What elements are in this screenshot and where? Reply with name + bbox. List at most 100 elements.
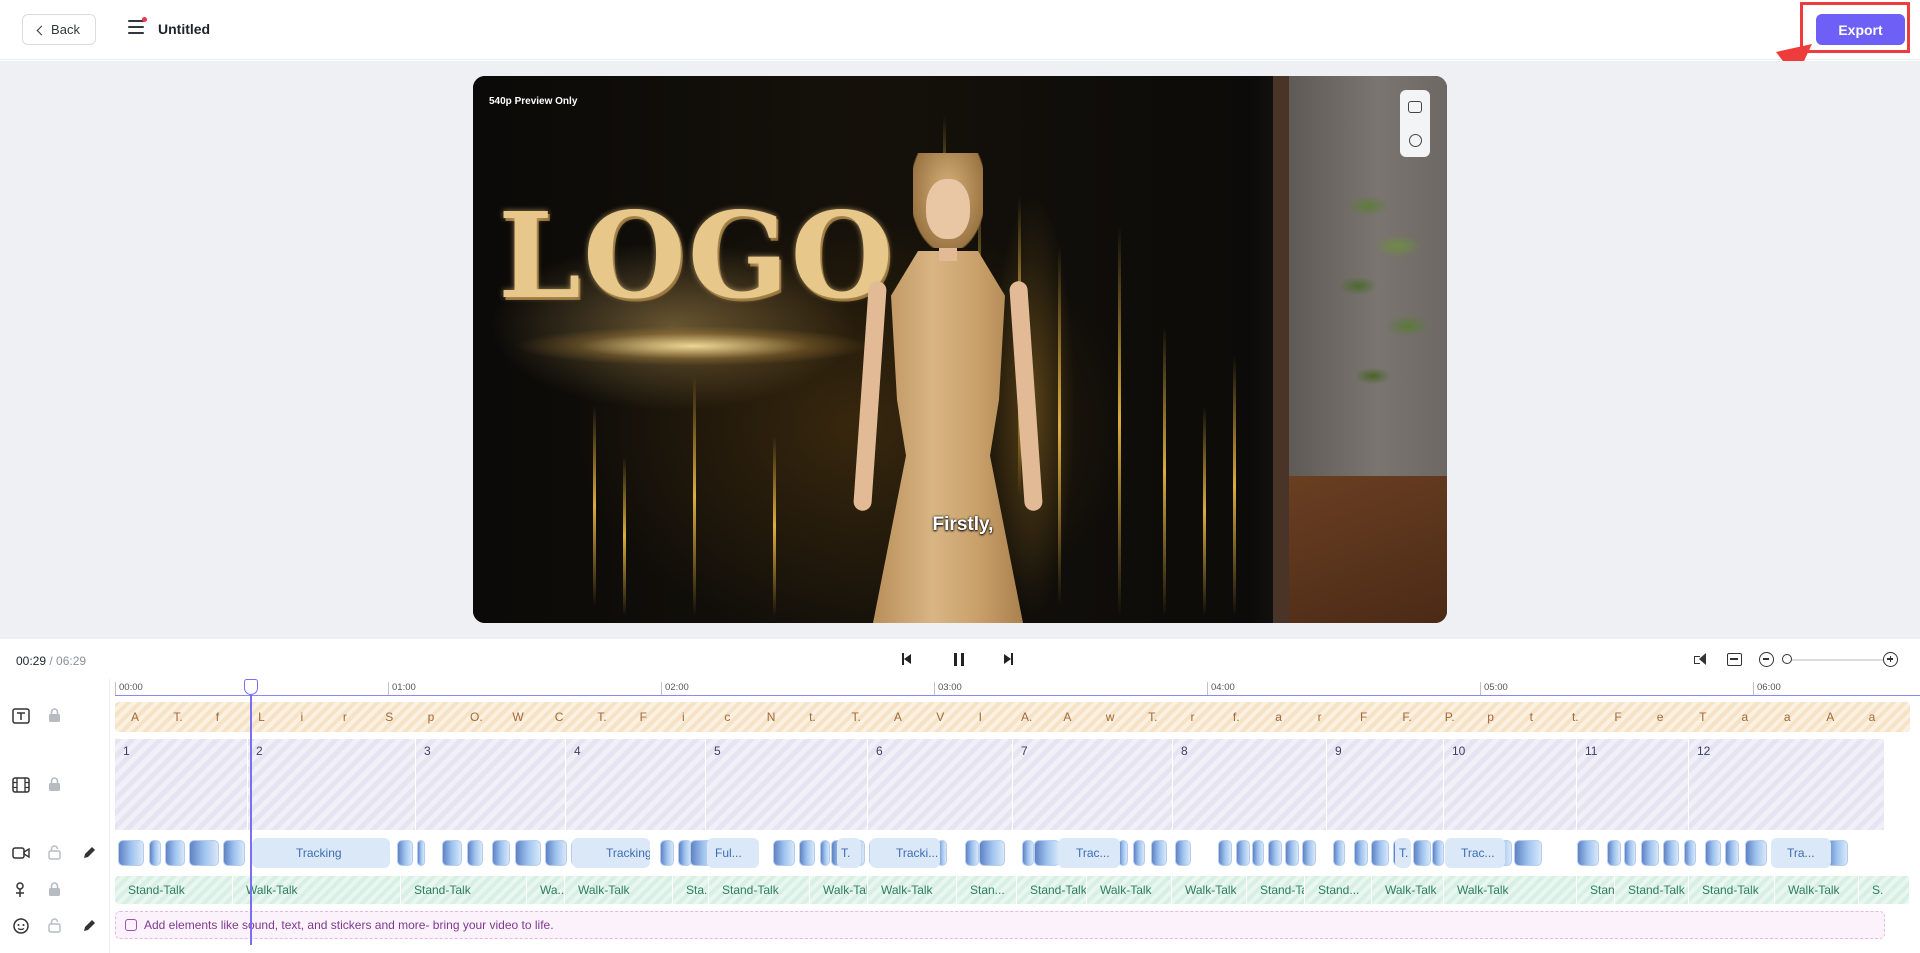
volume-icon[interactable] xyxy=(1694,650,1710,668)
clip-thumbnail[interactable] xyxy=(660,840,674,866)
camera-clip[interactable]: Ful... xyxy=(707,838,759,868)
camera-clip[interactable]: Trac... xyxy=(1058,838,1120,868)
text-clip[interactable]: c xyxy=(724,710,730,724)
text-clip[interactable]: a xyxy=(1741,710,1748,724)
clip-thumbnail[interactable] xyxy=(149,840,161,866)
scene-track[interactable]: 1 2 3 4 5 6 7 8 9 10 11 12 xyxy=(115,739,1885,830)
unlock-icon[interactable] xyxy=(48,845,61,860)
text-clip[interactable]: a xyxy=(1784,710,1791,724)
camera-clip[interactable]: Tracking xyxy=(252,838,390,868)
video-preview[interactable]: LOGO 540p Preview Only Firstly, xyxy=(473,76,1447,623)
clip-thumbnail[interactable] xyxy=(118,840,144,866)
text-clip[interactable]: F xyxy=(1614,710,1621,724)
motion-clip[interactable]: Stand-Talk xyxy=(401,876,527,904)
motion-clip[interactable]: Walk-Talk xyxy=(1087,876,1172,904)
clip-thumbnail[interactable] xyxy=(1641,840,1659,866)
skip-forward-icon[interactable] xyxy=(1004,651,1013,667)
text-clip[interactable]: F xyxy=(1360,710,1367,724)
motion-clip[interactable]: Walk-Talk xyxy=(810,876,868,904)
project-title[interactable]: Untitled xyxy=(158,21,210,37)
text-clip[interactable]: T. xyxy=(851,710,860,724)
text-clip[interactable]: t xyxy=(1530,710,1533,724)
scene-block[interactable]: 9 xyxy=(1327,739,1444,830)
clip-thumbnail[interactable] xyxy=(965,840,979,866)
text-clip[interactable]: w xyxy=(1106,710,1115,724)
motion-clip[interactable]: Stand-Talk xyxy=(1017,876,1087,904)
text-clip[interactable]: r xyxy=(1318,710,1322,724)
camera-clip[interactable]: T. xyxy=(1395,838,1411,868)
camera-clip[interactable]: T. xyxy=(837,838,861,868)
clip-thumbnail[interactable] xyxy=(1705,840,1721,866)
text-clip[interactable]: F. xyxy=(1402,710,1411,724)
clip-thumbnail[interactable] xyxy=(1725,840,1739,866)
text-clip[interactable]: T. xyxy=(1148,710,1157,724)
camera-clip[interactable]: Tra... xyxy=(1771,838,1831,868)
camera-clip[interactable]: Trac... xyxy=(1445,838,1505,868)
text-clip[interactable]: a xyxy=(1275,710,1282,724)
unlock-icon[interactable] xyxy=(48,918,61,933)
clip-thumbnail[interactable] xyxy=(820,840,830,866)
clip-thumbnail[interactable] xyxy=(397,840,413,866)
clip-thumbnail[interactable] xyxy=(1577,840,1599,866)
text-clip[interactable]: T. xyxy=(597,710,606,724)
clip-thumbnail[interactable] xyxy=(1607,840,1621,866)
text-clip[interactable]: p xyxy=(428,710,435,724)
edit-icon[interactable] xyxy=(82,846,96,860)
clip-thumbnail[interactable] xyxy=(545,840,567,866)
text-clip[interactable]: t. xyxy=(809,710,816,724)
scene-block[interactable]: 4 xyxy=(566,739,706,830)
text-clip[interactable]: i xyxy=(682,710,685,724)
clip-thumbnail[interactable] xyxy=(515,840,541,866)
add-elements-track[interactable]: Add elements like sound, text, and stick… xyxy=(115,911,1885,939)
playhead[interactable] xyxy=(250,679,252,945)
motion-clip[interactable]: Walk-Talk xyxy=(1172,876,1247,904)
motion-clip[interactable]: Walk-Talk xyxy=(868,876,957,904)
motion-clip[interactable]: Walk-Talk xyxy=(1372,876,1444,904)
clip-thumbnail[interactable] xyxy=(799,840,815,866)
text-clip[interactable]: F xyxy=(640,710,647,724)
motion-clip[interactable]: Stan... xyxy=(1577,876,1615,904)
text-clip[interactable]: A xyxy=(894,710,902,724)
scene-block[interactable]: 5 xyxy=(706,739,868,830)
clip-thumbnail[interactable] xyxy=(979,840,1005,866)
zoom-slider[interactable] xyxy=(1783,659,1883,661)
clip-thumbnail[interactable] xyxy=(1034,840,1060,866)
text-clip[interactable]: A. xyxy=(1021,710,1032,724)
zoom-out-icon[interactable] xyxy=(1759,650,1775,668)
motion-clip[interactable]: Wa... xyxy=(527,876,565,904)
playhead-handle[interactable] xyxy=(244,679,258,695)
motion-clip[interactable]: Walk-Talk xyxy=(1444,876,1577,904)
scene-block[interactable]: 8 xyxy=(1173,739,1327,830)
clip-thumbnail[interactable] xyxy=(1175,840,1191,866)
scene-block[interactable]: 11 xyxy=(1577,739,1689,830)
clip-thumbnail[interactable] xyxy=(442,840,462,866)
text-clip[interactable]: V xyxy=(936,710,944,724)
scene-block[interactable]: 1 xyxy=(115,739,248,830)
clip-thumbnail[interactable] xyxy=(1151,840,1167,866)
lock-icon[interactable] xyxy=(48,708,61,723)
motion-clip[interactable]: Sta... xyxy=(673,876,709,904)
motion-track[interactable]: Stand-Talk Walk-Talk Stand-Talk Wa... Walk-T… xyxy=(115,876,1910,904)
text-clip[interactable]: P. xyxy=(1445,710,1455,724)
clip-thumbnail[interactable] xyxy=(1514,840,1542,866)
clip-thumbnail[interactable] xyxy=(1624,840,1636,866)
time-ruler[interactable]: 00:00 01:00 02:00 03:00 04:00 05:00 06:0… xyxy=(115,679,1920,696)
clip-thumbnail[interactable] xyxy=(1133,840,1145,866)
scene-block[interactable]: 2 xyxy=(248,739,416,830)
clip-thumbnail[interactable] xyxy=(1684,840,1696,866)
text-clip[interactable]: p xyxy=(1487,710,1494,724)
clip-thumbnail[interactable] xyxy=(1333,840,1345,866)
scene-block[interactable]: 7 xyxy=(1013,739,1173,830)
clip-thumbnail[interactable] xyxy=(1745,840,1767,866)
text-clip[interactable]: t. xyxy=(1572,710,1579,724)
text-track[interactable]: A T. f Li r Sp O. W C T. Fi c Nt. T. A V I A. Aw T. r f. a r F F.… xyxy=(115,702,1910,732)
clip-thumbnail[interactable] xyxy=(417,840,425,866)
motion-clip[interactable]: S. xyxy=(1859,876,1910,904)
motion-clip[interactable]: Stan... xyxy=(957,876,1017,904)
clip-thumbnail[interactable] xyxy=(1268,840,1282,866)
menu-icon[interactable] xyxy=(128,20,144,34)
text-clip[interactable]: A xyxy=(1063,710,1071,724)
clip-thumbnail[interactable] xyxy=(1252,840,1264,866)
clip-thumbnail[interactable] xyxy=(467,840,483,866)
clip-thumbnail[interactable] xyxy=(773,840,795,866)
